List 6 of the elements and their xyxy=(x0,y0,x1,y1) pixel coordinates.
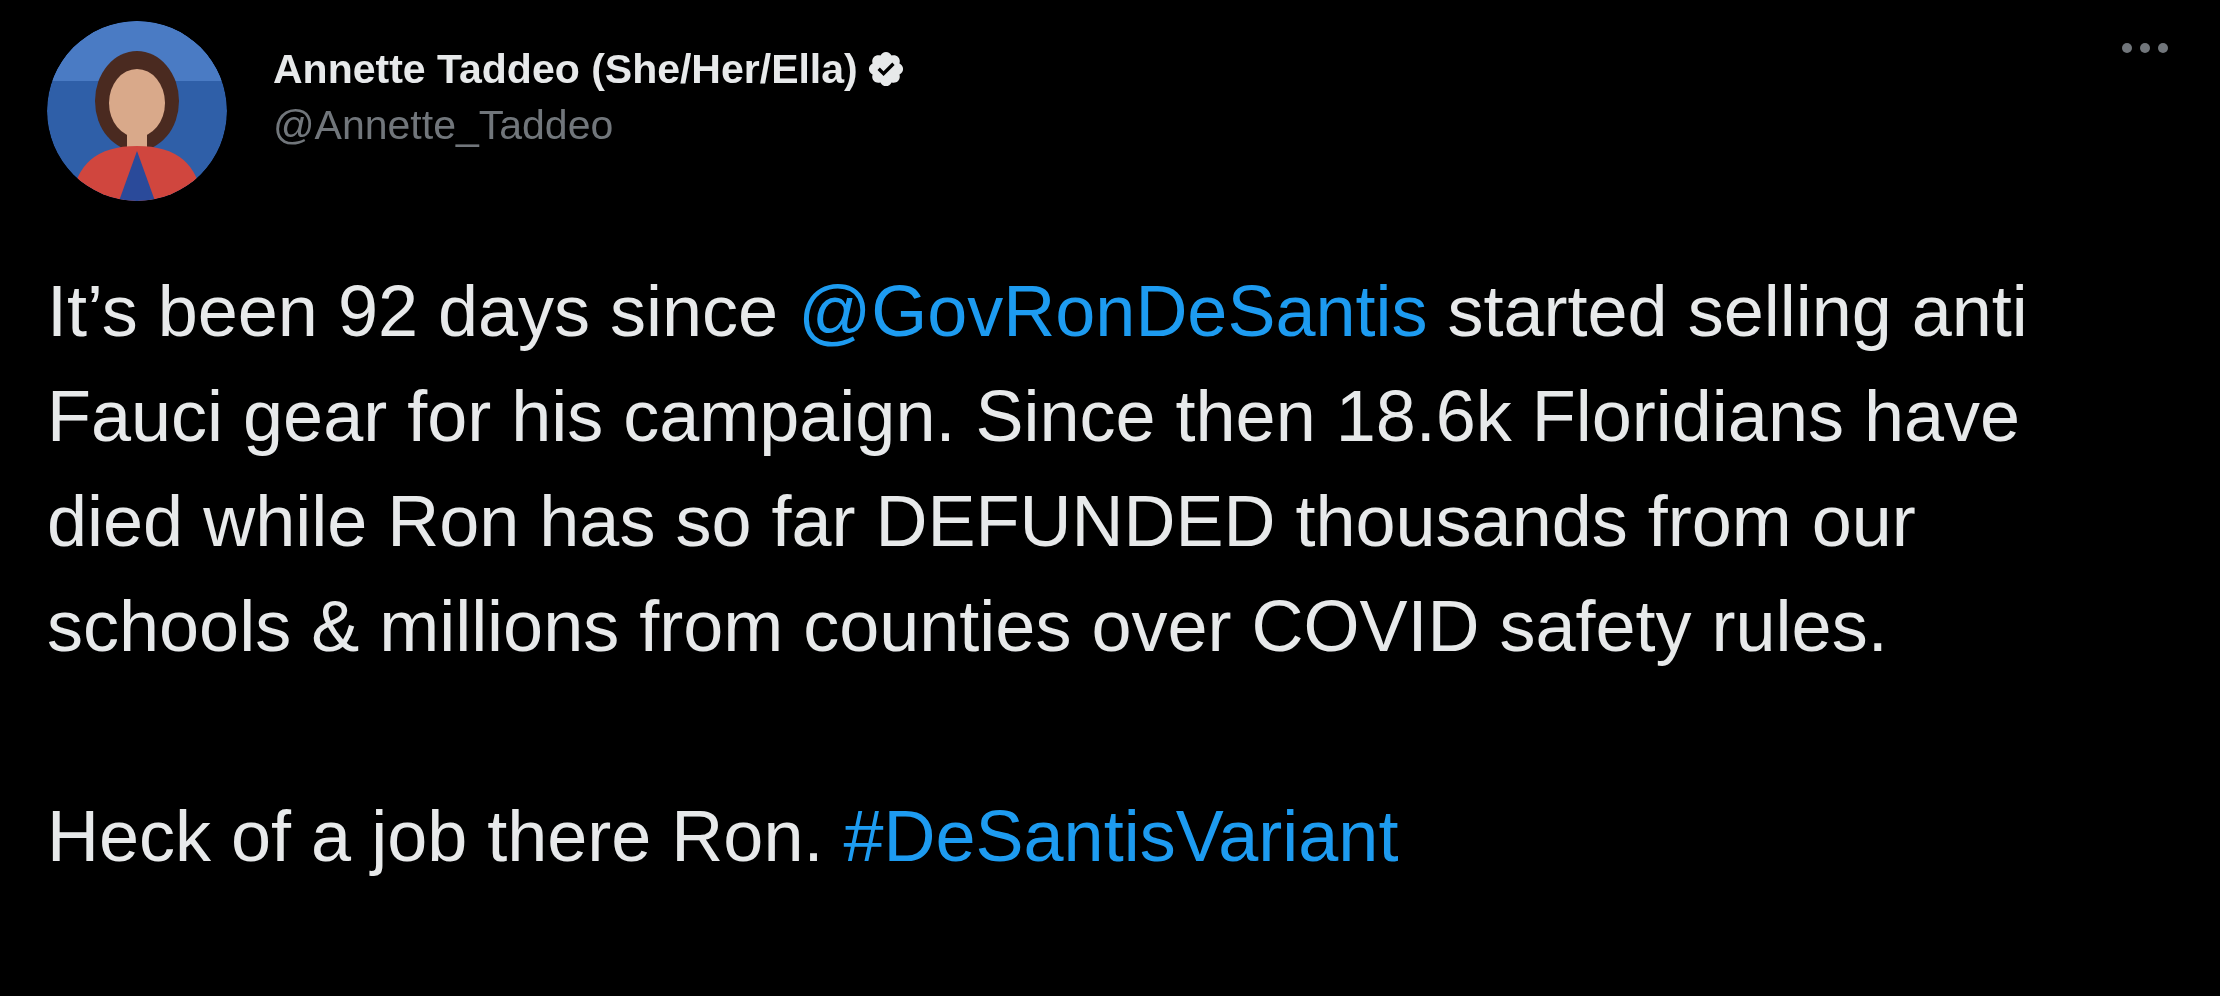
author-name[interactable]: Annette Taddeo (She/Her/Ella) xyxy=(273,43,858,95)
mention-link[interactable]: @GovRonDeSantis xyxy=(798,271,1428,351)
hashtag-link[interactable]: #DeSantisVariant xyxy=(843,796,1399,876)
tweet-text: Heck of a job there Ron. #DeSantisVariant xyxy=(47,795,1400,878)
tweet-text: It’s been 92 days since @GovRonDeSantis started selling anti Fauci gear for his campaign. Since then 18.6k Floridians have died while Ron has so far DEFUNDED thousands from our schools & millions from counties over COVID safety rules. xyxy=(47,270,2029,668)
author-handle[interactable]: @Annette_Taddeo xyxy=(273,99,906,151)
